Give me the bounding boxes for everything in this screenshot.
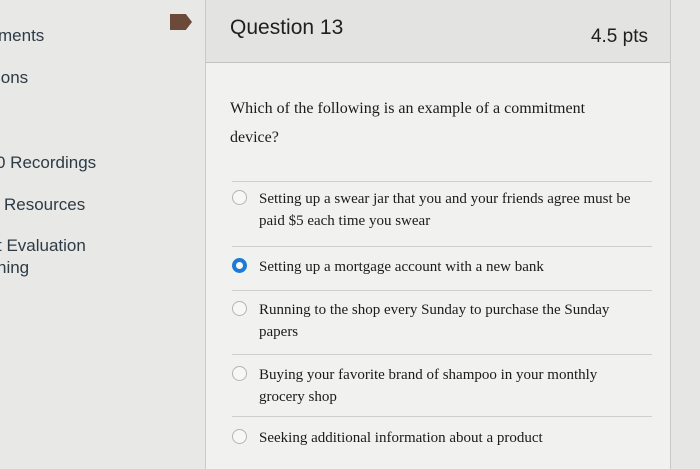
sidebar-item-label: ments bbox=[0, 26, 45, 45]
sidebar-item-label: t Evaluation bbox=[0, 236, 86, 255]
flag-icon[interactable] bbox=[170, 14, 192, 30]
answer-divider bbox=[232, 246, 652, 247]
answer-label[interactable]: Setting up a mortgage account with a new… bbox=[259, 256, 639, 278]
sidebar-item-recordings[interactable]: 0 Recordings bbox=[0, 153, 96, 173]
question-panel: Question 13 4.5 pts Which of the followi… bbox=[205, 0, 671, 469]
radio-button[interactable] bbox=[232, 301, 247, 316]
sidebar-item-label: hing bbox=[0, 258, 30, 277]
question-points: 4.5 pts bbox=[590, 26, 648, 47]
sidebar-item-label: ions bbox=[0, 68, 29, 87]
answer-label[interactable]: Buying your favorite brand of shampoo in… bbox=[259, 364, 639, 408]
sidebar-item-label: 0 Recordings bbox=[0, 153, 97, 172]
answer-label[interactable]: Running to the shop every Sunday to purc… bbox=[259, 299, 639, 343]
radio-button-selected[interactable] bbox=[232, 258, 247, 273]
course-nav-sidebar: ments ions 0 Recordings Resources t Eval… bbox=[0, 0, 205, 469]
answer-label[interactable]: Seeking additional information about a p… bbox=[259, 427, 639, 449]
question-header: Question 13 4.5 pts bbox=[206, 0, 670, 63]
answer-divider bbox=[232, 290, 652, 291]
sidebar-item-evaluation[interactable]: t Evaluation bbox=[0, 236, 86, 256]
sidebar-item-resources[interactable]: Resources bbox=[4, 195, 85, 215]
sidebar-item-assignments[interactable]: ments bbox=[0, 26, 44, 46]
radio-button[interactable] bbox=[232, 429, 247, 444]
answer-divider bbox=[232, 181, 652, 182]
radio-button[interactable] bbox=[232, 190, 247, 205]
answer-label[interactable]: Setting up a swear jar that you and your… bbox=[259, 188, 639, 232]
radio-button[interactable] bbox=[232, 366, 247, 381]
sidebar-item-teaching[interactable]: hing bbox=[0, 258, 29, 278]
sidebar-item-label: Resources bbox=[4, 195, 86, 214]
question-text: Which of the following is an example of … bbox=[230, 100, 586, 146]
answer-divider bbox=[232, 354, 652, 355]
question-title: Question 13 bbox=[230, 16, 344, 39]
answer-divider bbox=[232, 416, 652, 417]
sidebar-item-discussions[interactable]: ions bbox=[0, 68, 28, 88]
